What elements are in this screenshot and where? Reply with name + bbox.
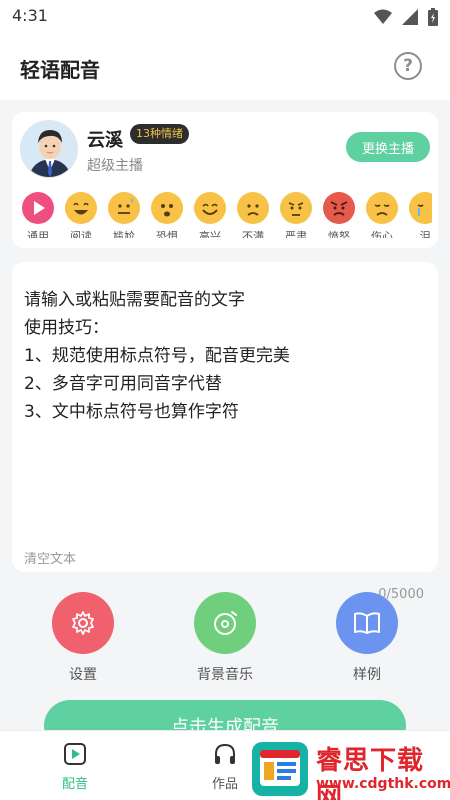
tab-works[interactable]: 作品 bbox=[195, 741, 255, 792]
status-bar: 4:31 bbox=[0, 0, 450, 32]
background-music-label: 背景音乐 bbox=[197, 667, 253, 683]
music-disc-icon bbox=[194, 592, 256, 654]
emotion-label: 通用 bbox=[27, 230, 49, 238]
emotion-item-reading[interactable]: 阅读 bbox=[63, 192, 99, 244]
voice-name: 云溪 bbox=[87, 130, 123, 151]
serious-icon bbox=[280, 192, 312, 224]
help-button[interactable]: ? bbox=[394, 52, 422, 80]
angry-icon bbox=[323, 192, 355, 224]
placeholder-line: 1、规范使用标点符号，配音更完美 bbox=[24, 346, 290, 366]
emotion-label: 伤心 bbox=[371, 230, 393, 238]
wifi-icon bbox=[374, 9, 392, 24]
emotion-label: 不满 bbox=[242, 230, 264, 238]
status-icons bbox=[374, 8, 438, 26]
background-music-action[interactable]: 背景音乐 bbox=[185, 592, 265, 684]
gear-icon bbox=[52, 592, 114, 654]
emotion-label: 高兴 bbox=[199, 230, 221, 238]
tab-label: 作品 bbox=[211, 777, 238, 792]
book-icon bbox=[336, 592, 398, 654]
emotion-item-serious[interactable]: 严肃 bbox=[278, 192, 314, 244]
fear-icon bbox=[151, 192, 183, 224]
page-title: 轻语配音 bbox=[20, 58, 100, 82]
watermark-logo bbox=[252, 742, 308, 796]
question-icon: ? bbox=[403, 56, 413, 76]
laugh-icon bbox=[65, 192, 97, 224]
emotion-label: 恐惧 bbox=[156, 230, 178, 238]
watermark-url: www.cdgthk.com bbox=[316, 776, 450, 792]
emotion-item-awkward[interactable]: 尴尬 bbox=[106, 192, 142, 244]
editor-placeholder[interactable]: 请输入或粘贴需要配音的文字 使用技巧： 1、规范使用标点符号，配音更完美 2、多… bbox=[24, 286, 424, 426]
headphones-icon bbox=[215, 743, 235, 764]
emotion-label: 尴尬 bbox=[113, 230, 135, 238]
avatar[interactable] bbox=[20, 120, 78, 178]
anchor-avatar-image bbox=[21, 121, 77, 177]
placeholder-line: 使用技巧： bbox=[24, 318, 109, 338]
emotion-item-fear[interactable]: 恐惧 bbox=[149, 192, 185, 244]
status-time: 4:31 bbox=[12, 6, 48, 25]
awkward-icon bbox=[108, 192, 140, 224]
tab-dubbing[interactable]: 配音 bbox=[45, 741, 105, 792]
crying-icon bbox=[409, 192, 432, 224]
emotion-label: 阅读 bbox=[70, 230, 92, 238]
happy-icon bbox=[194, 192, 226, 224]
placeholder-line: 2、多音字可用同音字代替 bbox=[24, 374, 222, 394]
emotion-item-sad[interactable]: 伤心 bbox=[364, 192, 400, 244]
examples-label: 样例 bbox=[353, 667, 381, 683]
site-watermark: 睿思下载网 www.cdgthk.com bbox=[250, 738, 450, 800]
sad-icon bbox=[366, 192, 398, 224]
tab-label: 配音 bbox=[61, 777, 88, 792]
displeased-icon bbox=[237, 192, 269, 224]
emotion-label: 愤怒 bbox=[328, 230, 350, 238]
settings-action[interactable]: 设置 bbox=[43, 592, 123, 684]
battery-icon bbox=[428, 8, 438, 26]
change-anchor-button[interactable]: 更换主播 bbox=[346, 132, 430, 162]
emotion-item-angry[interactable]: 愤怒 bbox=[321, 192, 357, 244]
emotion-count-badge: 13种情绪 bbox=[130, 124, 189, 144]
emotion-label: 泪 bbox=[419, 230, 431, 238]
placeholder-line: 请输入或粘贴需要配音的文字 bbox=[24, 290, 245, 310]
emotion-item-general[interactable]: 通用 bbox=[20, 192, 56, 244]
clear-text-button[interactable]: 清空文本 bbox=[24, 548, 76, 567]
signal-icon bbox=[402, 9, 418, 25]
emotion-item-displeased[interactable]: 不满 bbox=[235, 192, 271, 244]
play-icon bbox=[22, 192, 54, 224]
settings-label: 设置 bbox=[69, 667, 97, 683]
text-editor[interactable]: 请输入或粘贴需要配音的文字 使用技巧： 1、规范使用标点符号，配音更完美 2、多… bbox=[12, 262, 438, 572]
video-play-icon bbox=[64, 743, 86, 765]
voice-card: 云溪 13种情绪 超级主播 更换主播 通用 阅读 尴尬 恐惧 高兴 不满 严肃 … bbox=[12, 112, 438, 248]
emotion-item-crying[interactable]: 泪 bbox=[407, 192, 432, 244]
examples-action[interactable]: 样例 bbox=[327, 592, 407, 684]
emotion-item-happy[interactable]: 高兴 bbox=[192, 192, 228, 244]
placeholder-line: 3、文中标点符号也算作字符 bbox=[24, 402, 239, 422]
emotion-list: 通用 阅读 尴尬 恐惧 高兴 不满 严肃 愤怒 伤心 泪 bbox=[20, 192, 432, 244]
app-header: 轻语配音 ? bbox=[0, 32, 450, 100]
voice-level: 超级主播 bbox=[87, 158, 143, 174]
emotion-label: 严肃 bbox=[285, 230, 307, 238]
